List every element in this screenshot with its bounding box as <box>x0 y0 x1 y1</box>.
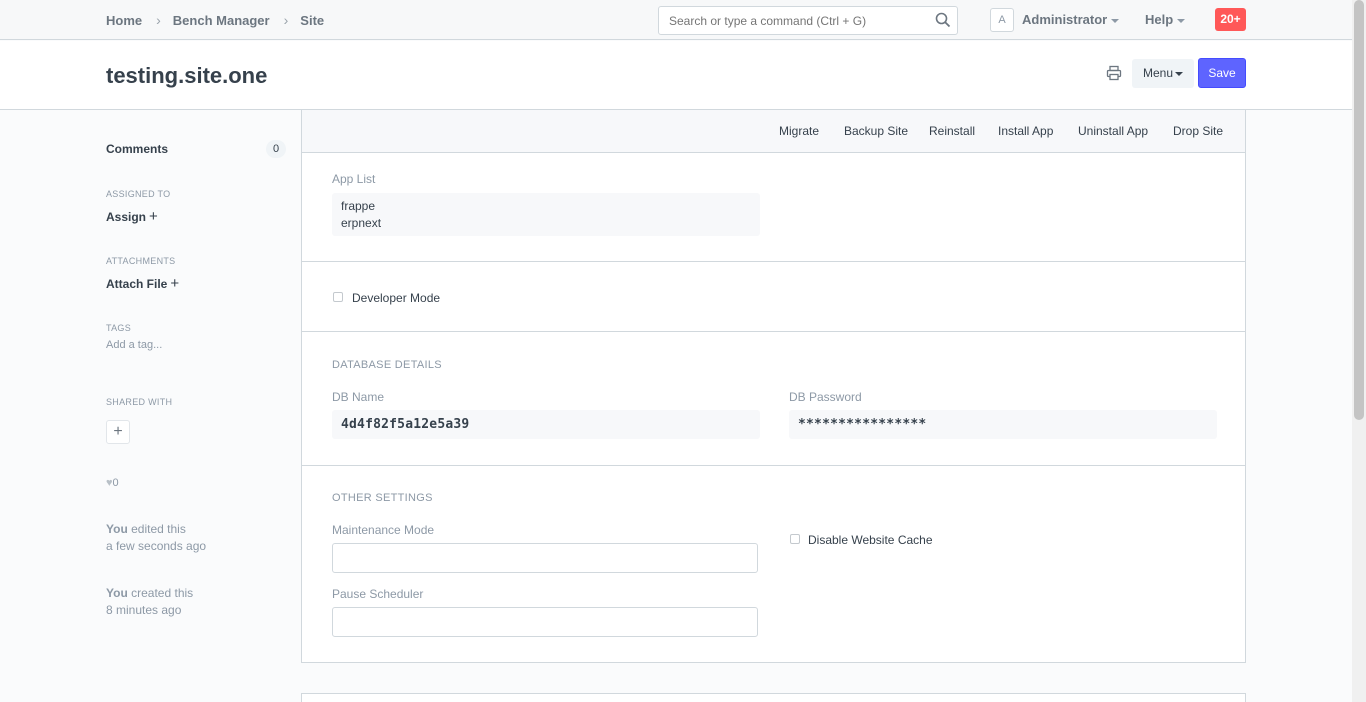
page-head: testing.site.one Menu Save <box>0 41 1352 110</box>
search-icon[interactable] <box>935 12 951 28</box>
maintenance-mode-label: Maintenance Mode <box>332 523 435 537</box>
disable-website-cache-label: Disable Website Cache <box>808 533 933 547</box>
app-list: frappe erpnext <box>332 193 760 236</box>
attach-file-button[interactable]: Attach File + <box>106 275 179 292</box>
section-divider <box>302 465 1245 466</box>
comments-count-badge: 0 <box>266 140 286 158</box>
activity-user: You <box>106 522 128 536</box>
comments-link[interactable]: Comments <box>106 142 168 156</box>
pause-scheduler-input[interactable] <box>332 607 758 637</box>
assign-label: Assign <box>106 210 147 224</box>
user-name: Administrator <box>1022 12 1108 27</box>
reinstall-button[interactable]: Reinstall <box>929 124 975 138</box>
caret-down-icon <box>1177 18 1186 23</box>
plus-icon: + <box>170 275 180 292</box>
caret-down-icon <box>1175 71 1184 76</box>
uninstall-app-button[interactable]: Uninstall App <box>1078 124 1148 138</box>
section-divider <box>302 331 1245 332</box>
caret-down-icon <box>1111 18 1120 23</box>
breadcrumb: Home › Bench Manager › Site <box>106 12 324 28</box>
custom-actions-bar: Migrate Backup Site Reinstall Install Ap… <box>302 110 1245 153</box>
timeline-section <box>301 693 1246 702</box>
breadcrumb-site[interactable]: Site <box>300 13 324 28</box>
navbar: Home › Bench Manager › Site A Administra… <box>0 0 1352 40</box>
tags-heading: TAGS <box>106 323 132 333</box>
assigned-to-heading: ASSIGNED TO <box>106 189 171 199</box>
menu-button[interactable]: Menu <box>1132 59 1194 88</box>
db-password-label: DB Password <box>789 390 862 404</box>
app-item: erpnext <box>341 216 382 230</box>
developer-mode-checkbox[interactable] <box>333 292 343 302</box>
add-tag-input[interactable]: Add a tag... <box>106 339 162 351</box>
activity-item: You edited this a few seconds ago <box>106 521 206 555</box>
assign-button[interactable]: Assign + <box>106 208 158 225</box>
page-title: testing.site.one <box>106 63 268 88</box>
drop-site-button[interactable]: Drop Site <box>1173 124 1223 138</box>
migrate-button[interactable]: Migrate <box>779 124 819 138</box>
app-item: frappe <box>341 199 376 213</box>
database-details-heading: DATABASE DETAILS <box>332 359 442 371</box>
add-share-button[interactable]: + <box>106 420 130 444</box>
activity-time: a few seconds ago <box>106 539 207 553</box>
activity-time: 8 minutes ago <box>106 603 182 617</box>
maintenance-mode-input[interactable] <box>332 543 758 573</box>
scrollbar-thumb[interactable] <box>1354 0 1364 420</box>
help-menu[interactable]: Help <box>1145 12 1186 27</box>
db-password-value: **************** <box>789 410 1217 439</box>
db-name-label: DB Name <box>332 390 385 404</box>
save-button[interactable]: Save <box>1198 58 1246 88</box>
chevron-right-icon: › <box>283 12 289 28</box>
form-layout: Migrate Backup Site Reinstall Install Ap… <box>301 110 1246 663</box>
section-divider <box>302 261 1245 262</box>
disable-website-cache-checkbox[interactable] <box>790 534 800 544</box>
breadcrumb-bench-manager[interactable]: Bench Manager <box>173 13 270 28</box>
plus-icon: + <box>113 423 123 440</box>
plus-icon: + <box>149 208 158 225</box>
attachments-heading: ATTACHMENTS <box>106 256 176 266</box>
activity-text: created this <box>131 586 194 600</box>
activity-text: edited this <box>131 522 186 536</box>
chevron-right-icon: › <box>156 12 161 28</box>
print-icon[interactable] <box>1106 65 1122 81</box>
avatar[interactable]: A <box>990 8 1014 32</box>
app-list-label: App List <box>332 172 376 186</box>
attach-file-label: Attach File <box>106 277 168 291</box>
breadcrumb-home[interactable]: Home <box>106 13 142 28</box>
shared-with-heading: SHARED WITH <box>106 397 173 407</box>
pause-scheduler-label: Pause Scheduler <box>332 587 424 601</box>
db-name-value: 4d4f82f5a12e5a39 <box>332 410 760 439</box>
activity-user: You <box>106 586 128 600</box>
notifications-badge[interactable]: 20+ <box>1215 8 1246 31</box>
help-label: Help <box>1145 12 1174 27</box>
likes-count: 0 <box>112 477 119 489</box>
install-app-button[interactable]: Install App <box>998 124 1053 138</box>
likes[interactable]: ♥0 <box>106 477 119 489</box>
search-input[interactable] <box>658 6 958 35</box>
user-menu[interactable]: Administrator <box>1022 12 1120 27</box>
other-settings-heading: OTHER SETTINGS <box>332 492 433 504</box>
activity-item: You created this 8 minutes ago <box>106 585 193 619</box>
backup-site-button[interactable]: Backup Site <box>844 124 908 138</box>
menu-label: Menu <box>1142 66 1174 80</box>
developer-mode-label: Developer Mode <box>352 291 441 305</box>
